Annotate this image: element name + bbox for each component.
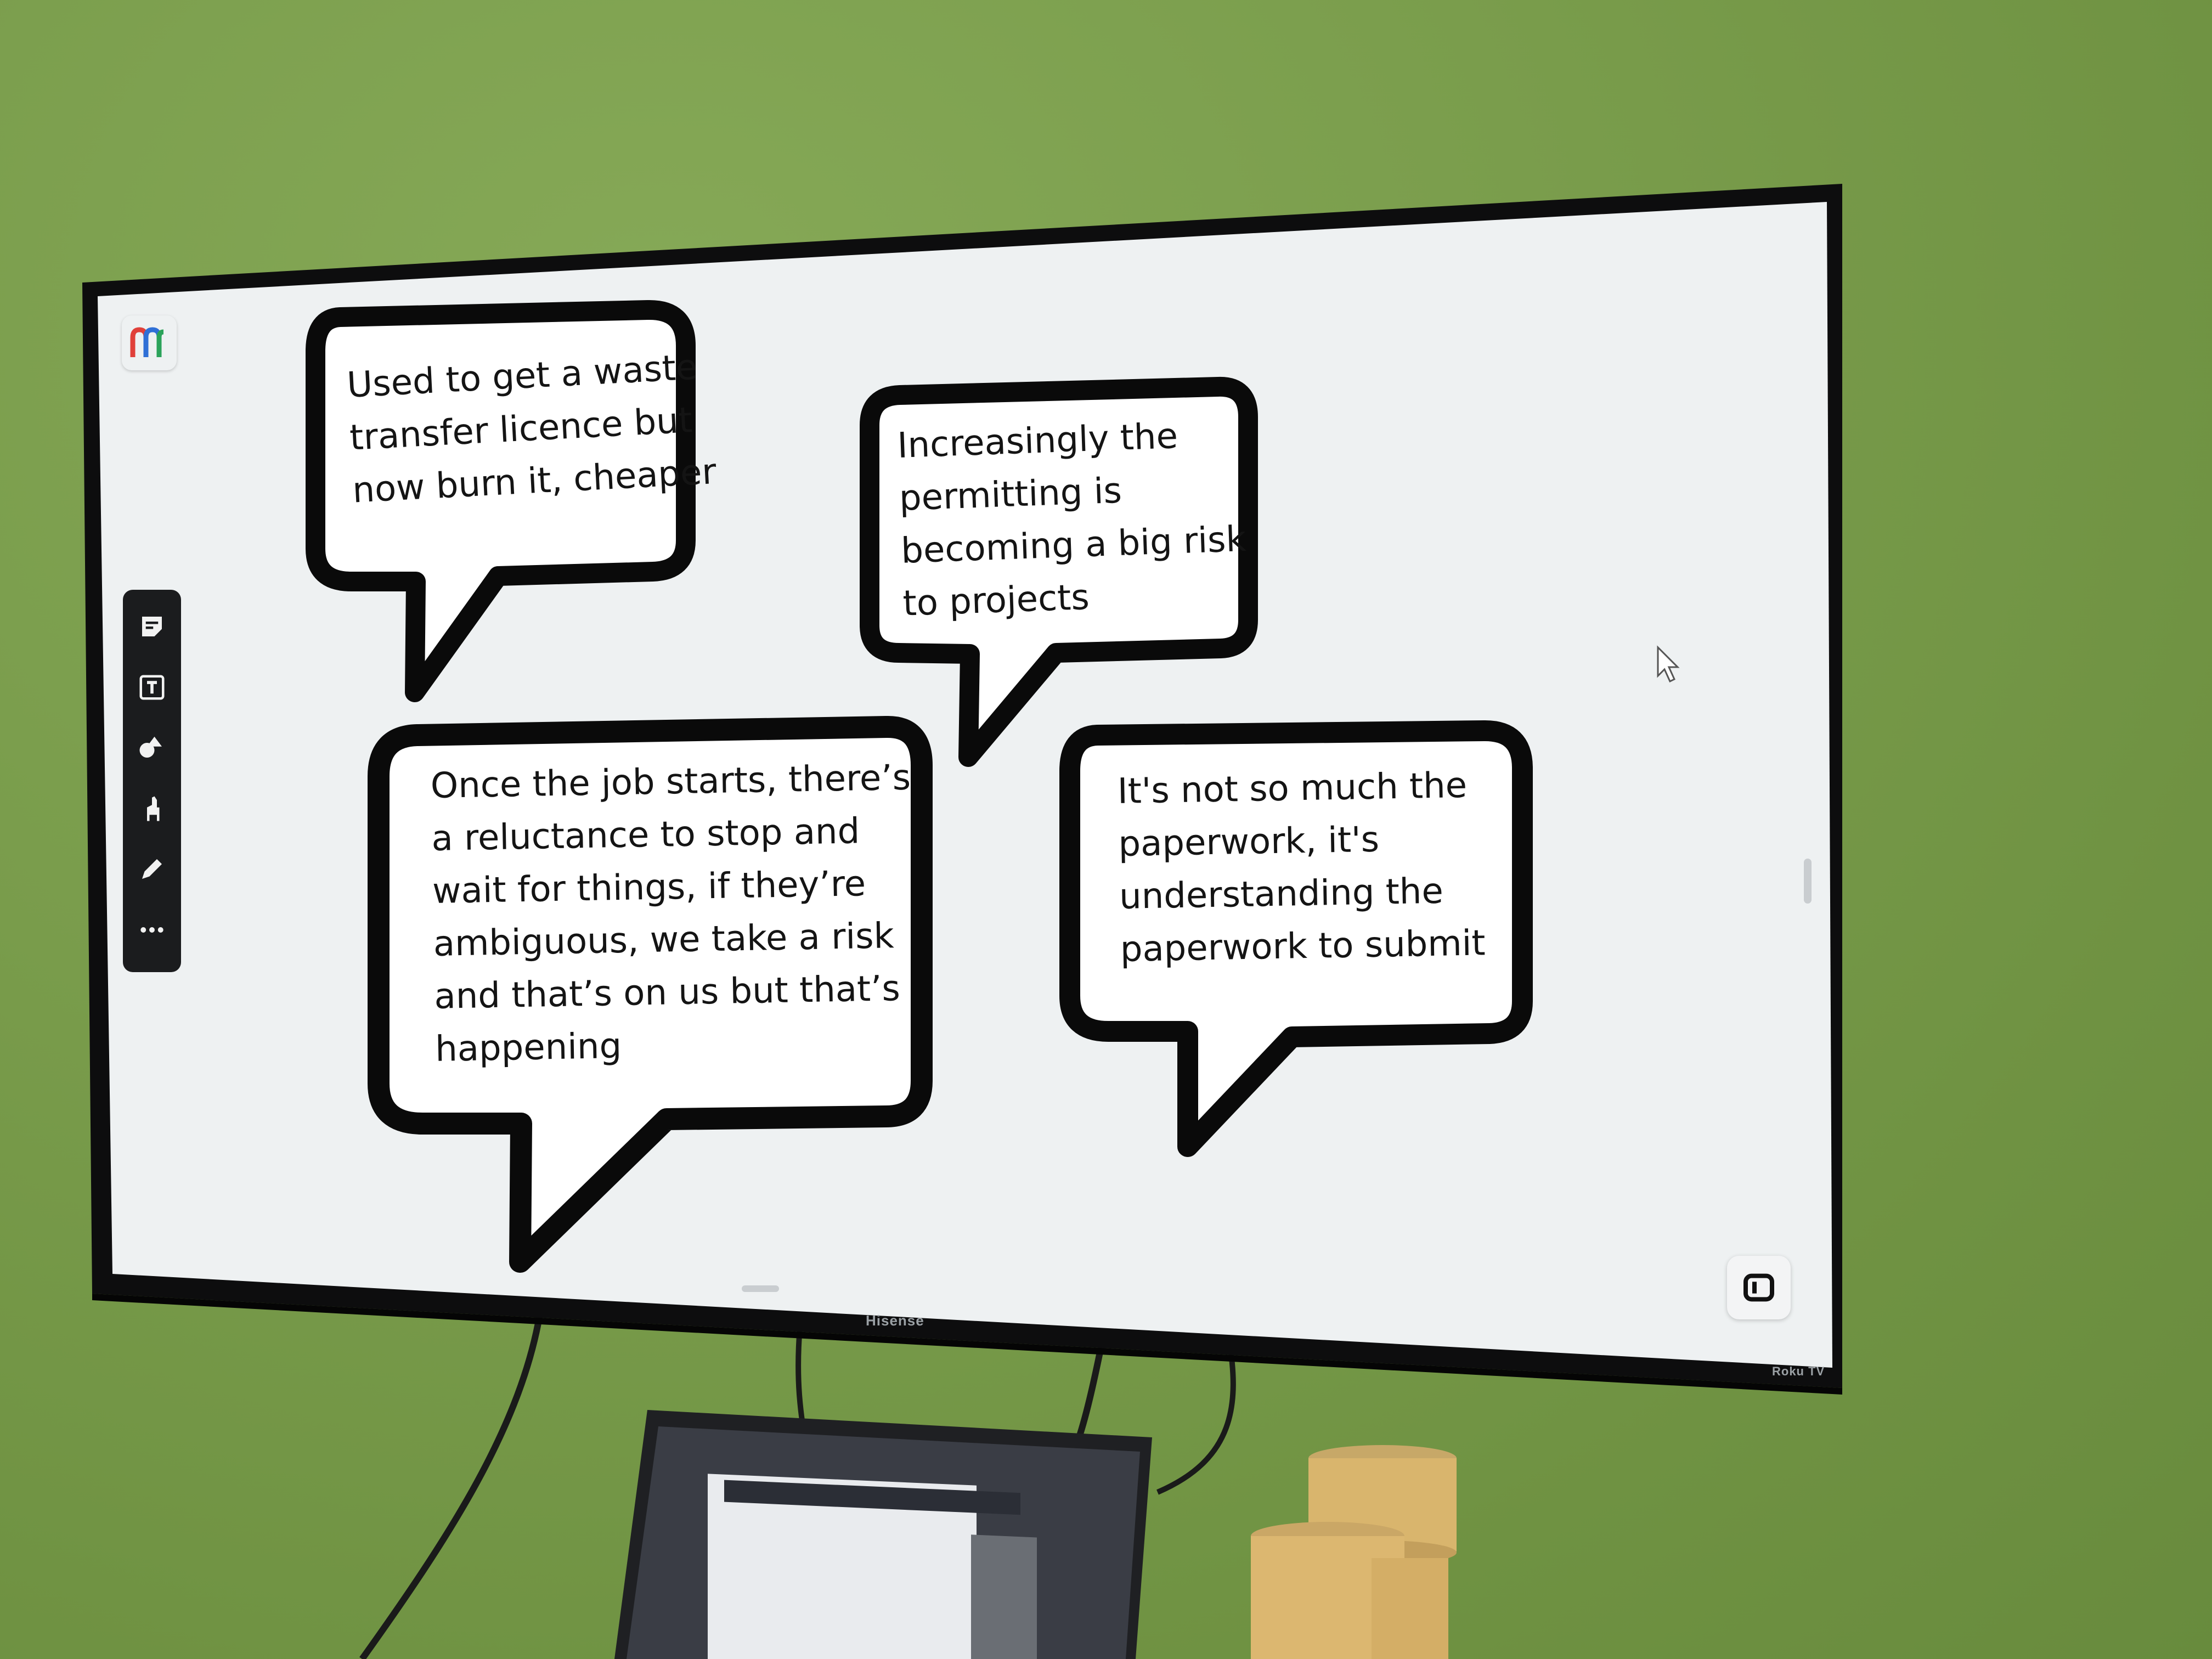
app-logo[interactable] [122,315,177,370]
whiteboard-screen: Used to get a waste transfer licence but… [0,0,2212,1659]
shapes-icon[interactable] [133,730,171,766]
panel-toggle-button[interactable] [1727,1256,1791,1319]
speech-bubbles-layer [306,300,1533,1273]
text-icon[interactable] [133,669,171,706]
pen-icon[interactable] [133,851,171,888]
bubble-3-text: Once the job starts, there’s a reluctanc… [430,757,911,1070]
bubble-2-text: Increasingly the permitting is becoming … [896,416,1247,624]
tv-brand-label: Hisense [866,1312,924,1329]
more-icon[interactable] [133,912,171,949]
bubble-1-text: Used to get a waste transfer licence but… [346,347,718,511]
panel-toggle-icon [1743,1273,1774,1302]
tv-badge-label: Roku TV [1772,1364,1825,1378]
bubble-4-text: It's not so much the paperwork, it's und… [1117,765,1486,970]
sticky-note-icon[interactable] [133,608,171,645]
tool-palette [123,590,181,972]
llama-icon[interactable] [133,791,171,827]
app-logo-icon [130,327,164,357]
